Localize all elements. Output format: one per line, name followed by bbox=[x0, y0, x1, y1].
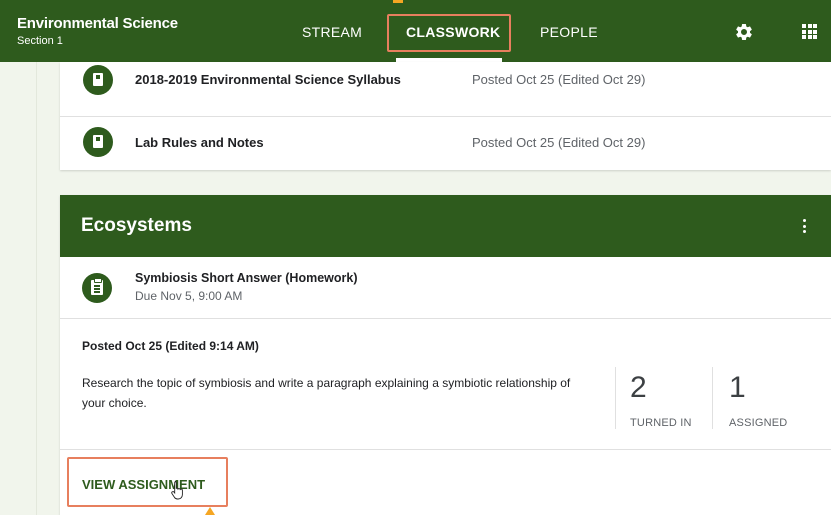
assignment-title: Symbiosis Short Answer (Homework) bbox=[135, 271, 358, 285]
view-assignment-button[interactable]: VIEW ASSIGNMENT bbox=[82, 477, 205, 492]
material-icon bbox=[83, 65, 113, 95]
assigned-count[interactable]: 1 bbox=[729, 371, 746, 405]
material-posted-date: Posted Oct 25 (Edited Oct 29) bbox=[472, 135, 646, 150]
assignment-icon bbox=[82, 273, 112, 303]
topic-title: Ecosystems bbox=[81, 215, 192, 236]
material-title: Lab Rules and Notes bbox=[135, 135, 264, 150]
assignment-row[interactable]: Symbiosis Short Answer (Homework) Due No… bbox=[60, 257, 831, 319]
more-vert-icon[interactable] bbox=[803, 219, 809, 235]
material-icon bbox=[83, 127, 113, 157]
assignment-due-date: Due Nov 5, 9:00 AM bbox=[135, 289, 243, 303]
tab-people[interactable]: PEOPLE bbox=[540, 24, 598, 40]
class-name[interactable]: Environmental Science bbox=[17, 15, 178, 32]
hand-cursor-icon bbox=[171, 481, 183, 500]
material-title: 2018-2019 Environmental Science Syllabus bbox=[135, 72, 401, 87]
divider bbox=[712, 367, 713, 429]
assignment-posted-date: Posted Oct 25 (Edited 9:14 AM) bbox=[82, 339, 259, 353]
divider bbox=[615, 367, 616, 429]
apps-grid-icon[interactable] bbox=[802, 24, 817, 39]
classwork-highlight-box bbox=[387, 14, 511, 52]
topic-header: Ecosystems bbox=[60, 195, 831, 257]
top-app-bar: Environmental Science Section 1 STREAM C… bbox=[0, 0, 831, 62]
materials-card: 2018-2019 Environmental Science Syllabus… bbox=[60, 62, 831, 170]
gear-icon[interactable] bbox=[734, 22, 754, 42]
annotation-marker bbox=[393, 0, 403, 3]
turned-in-count[interactable]: 2 bbox=[630, 371, 647, 405]
material-posted-date: Posted Oct 25 (Edited Oct 29) bbox=[472, 72, 646, 87]
page-gutter bbox=[36, 62, 37, 515]
tab-stream[interactable]: STREAM bbox=[302, 24, 362, 40]
assigned-label: ASSIGNED bbox=[729, 417, 788, 429]
topic-card: Ecosystems Symbiosis Short Answer (Homew… bbox=[60, 195, 831, 515]
assignment-details: Posted Oct 25 (Edited 9:14 AM) Research … bbox=[60, 319, 831, 450]
list-item[interactable]: Lab Rules and Notes Posted Oct 25 (Edite… bbox=[60, 116, 831, 170]
assignment-description: Research the topic of symbiosis and writ… bbox=[82, 376, 571, 410]
turned-in-label: TURNED IN bbox=[630, 417, 692, 429]
class-section: Section 1 bbox=[17, 35, 63, 47]
list-item[interactable]: 2018-2019 Environmental Science Syllabus… bbox=[60, 62, 831, 116]
